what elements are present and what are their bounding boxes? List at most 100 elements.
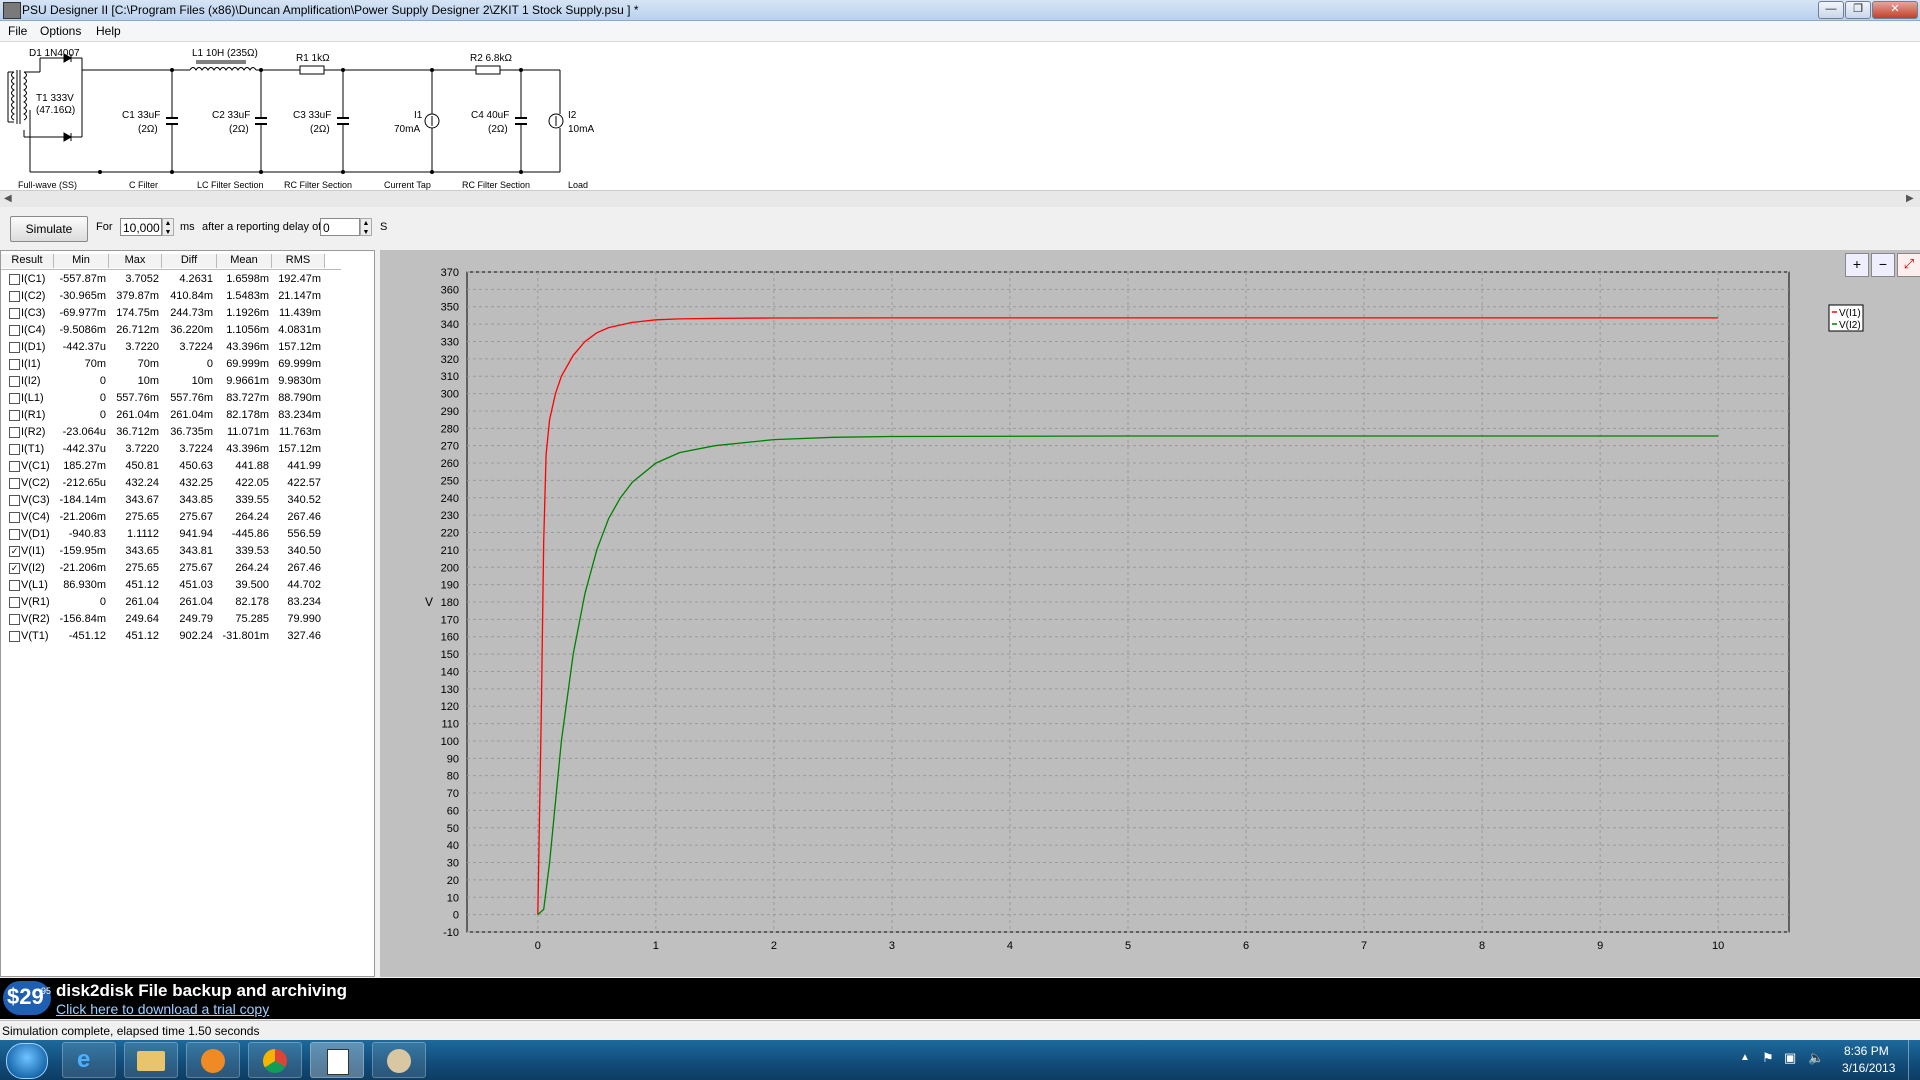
col-max[interactable]: Max [109, 254, 162, 268]
zoom-reset-button[interactable]: ⤢ [1897, 253, 1920, 277]
result-row[interactable]: I(D1) -442.37u 3.7220 3.7224 43.396m 157.12m [1, 339, 341, 356]
result-name: I(I2) [21, 375, 41, 387]
ad-banner[interactable]: $29 95 disk2disk File backup and archivi… [0, 978, 1920, 1019]
psu-designer-taskbar-icon[interactable] [310, 1042, 364, 1078]
result-checkbox[interactable]: ✓ [9, 563, 20, 574]
result-row[interactable]: ✓ V(I1) -159.95m 343.65 343.81 339.53 340.50 [1, 543, 341, 560]
result-checkbox[interactable] [9, 291, 20, 302]
tray-up-arrow-icon[interactable]: ▲ [1740, 1052, 1750, 1063]
result-row[interactable]: V(R2) -156.84m 249.64 249.79 75.285 79.990 [1, 611, 341, 628]
current-source-i2[interactable] [548, 113, 564, 129]
schematic-scrollbar[interactable]: ◀ ▶ [0, 190, 1920, 208]
capacitor-c2[interactable] [255, 117, 267, 125]
result-row[interactable]: I(T1) -442.37u 3.7220 3.7224 43.396m 157.12m [1, 441, 341, 458]
menu-options[interactable]: Options [40, 24, 81, 38]
result-checkbox[interactable] [9, 410, 20, 421]
simulate-button[interactable]: Simulate [10, 216, 88, 242]
col-mean[interactable]: Mean [217, 254, 272, 268]
result-checkbox[interactable] [9, 614, 20, 625]
chrome-taskbar-icon[interactable] [248, 1042, 302, 1078]
inductor-l1[interactable] [189, 60, 257, 71]
result-row[interactable]: V(C1) 185.27m 450.81 450.63 441.88 441.99 [1, 458, 341, 475]
result-checkbox[interactable] [9, 342, 20, 353]
result-row[interactable]: I(R1) 0 261.04m 261.04m 82.178m 83.234m [1, 407, 341, 424]
tray-volume-icon[interactable]: 🔈 [1808, 1050, 1824, 1066]
result-checkbox[interactable] [9, 325, 20, 336]
y-tick-label: 50 [447, 823, 459, 835]
result-rms: 327.46 [287, 630, 321, 642]
delay-input[interactable]: 0 [320, 218, 360, 236]
maximize-button[interactable]: ❐ [1845, 1, 1871, 19]
result-row[interactable]: I(I2) 0 10m 10m 9.9661m 9.9830m [1, 373, 341, 390]
ad-link[interactable]: Click here to download a trial copy [56, 1001, 269, 1017]
show-desktop-button[interactable] [1908, 1040, 1920, 1080]
clock-date[interactable]: 3/16/2013 [1842, 1061, 1895, 1075]
result-row[interactable]: I(C2) -30.965m 379.87m 410.84m 1.5483m 21.147… [1, 288, 341, 305]
result-checkbox[interactable] [9, 461, 20, 472]
result-row[interactable]: V(C4) -21.206m 275.65 275.67 264.24 267.46 [1, 509, 341, 526]
menu-file[interactable]: File [8, 24, 27, 38]
result-checkbox[interactable] [9, 580, 20, 591]
result-row[interactable]: I(C4) -9.5086m 26.712m 36.220m 1.1056m 4.0831… [1, 322, 341, 339]
paint-taskbar-icon[interactable] [372, 1042, 426, 1078]
result-row[interactable]: I(I1) 70m 70m 0 69.999m 69.999m [1, 356, 341, 373]
resistor-r1[interactable] [299, 65, 325, 75]
minimize-button[interactable]: — [1818, 1, 1844, 19]
zoom-out-button[interactable]: − [1871, 253, 1895, 277]
result-row[interactable]: V(L1) 86.930m 451.12 451.03 39.500 44.702 [1, 577, 341, 594]
scroll-left-icon[interactable]: ◀ [4, 193, 12, 204]
result-checkbox[interactable] [9, 478, 20, 489]
result-checkbox[interactable] [9, 631, 20, 642]
result-row[interactable]: V(C2) -212.65u 432.24 432.25 422.05 422.57 [1, 475, 341, 492]
result-checkbox[interactable] [9, 359, 20, 370]
result-checkbox[interactable] [9, 495, 20, 506]
result-checkbox[interactable]: ✓ [9, 546, 20, 557]
result-checkbox[interactable] [9, 427, 20, 438]
result-checkbox[interactable] [9, 308, 20, 319]
capacitor-c3[interactable] [337, 117, 349, 125]
result-checkbox[interactable] [9, 529, 20, 540]
result-row[interactable]: I(C1) -557.87m 3.7052 4.2631 1.6598m 192.47m [1, 271, 341, 288]
clock-time[interactable]: 8:36 PM [1844, 1044, 1889, 1058]
app-icon[interactable] [3, 2, 21, 19]
zoom-in-button[interactable]: + [1845, 253, 1869, 277]
menu-help[interactable]: Help [96, 24, 121, 38]
tray-network-icon[interactable]: ▣ [1784, 1050, 1796, 1066]
media-player-taskbar-icon[interactable] [186, 1042, 240, 1078]
close-button[interactable]: ✕ [1872, 1, 1918, 19]
result-row[interactable]: I(R2) -23.064u 36.712m 36.735m 11.071m 11.763… [1, 424, 341, 441]
capacitor-c4[interactable] [515, 117, 527, 125]
plot-panel: -10 0 10 20 30 40 50 60 70 80 90 100 110 120 130 140 150… [380, 250, 1920, 977]
result-checkbox[interactable] [9, 274, 20, 285]
result-row[interactable]: V(C3) -184.14m 343.67 343.85 339.55 340.52 [1, 492, 341, 509]
explorer-taskbar-icon[interactable] [124, 1042, 178, 1078]
result-checkbox[interactable] [9, 444, 20, 455]
result-checkbox[interactable] [9, 512, 20, 523]
result-checkbox[interactable] [9, 376, 20, 387]
result-row[interactable]: I(L1) 0 557.76m 557.76m 83.727m 88.790m [1, 390, 341, 407]
col-result[interactable]: Result [1, 254, 54, 268]
ie-taskbar-icon[interactable]: e [62, 1042, 116, 1078]
col-min[interactable]: Min [54, 254, 109, 268]
result-name: I(R2) [21, 426, 46, 438]
resistor-r2[interactable] [475, 65, 501, 75]
result-checkbox[interactable] [9, 597, 20, 608]
tray-flag-icon[interactable]: ⚑ [1762, 1050, 1774, 1066]
start-button[interactable] [6, 1043, 48, 1079]
duration-spinner[interactable]: ▲ ▼ [162, 218, 174, 236]
result-row[interactable]: ✓ V(I2) -21.206m 275.65 275.67 264.24 267.46 [1, 560, 341, 577]
col-rms[interactable]: RMS [272, 254, 325, 268]
transformer-symbol[interactable] [7, 70, 27, 124]
delay-spinner[interactable]: ▲ ▼ [360, 218, 372, 236]
capacitor-c1[interactable] [166, 117, 178, 125]
current-source-i1[interactable] [424, 113, 440, 129]
result-row[interactable]: I(C3) -69.977m 174.75m 244.73m 1.1926m 11.439… [1, 305, 341, 322]
col-diff[interactable]: Diff [162, 254, 217, 268]
diode-d1-bottom[interactable] [63, 132, 73, 142]
result-row[interactable]: V(R1) 0 261.04 261.04 82.178 83.234 [1, 594, 341, 611]
duration-input[interactable]: 10,000 [120, 218, 162, 236]
result-row[interactable]: V(T1) -451.12 451.12 902.24 -31.801m 327.46 [1, 628, 341, 645]
result-checkbox[interactable] [9, 393, 20, 404]
result-row[interactable]: V(D1) -940.83 1.1112 941.94 -445.86 556.59 [1, 526, 341, 543]
scroll-right-icon[interactable]: ▶ [1906, 193, 1914, 204]
